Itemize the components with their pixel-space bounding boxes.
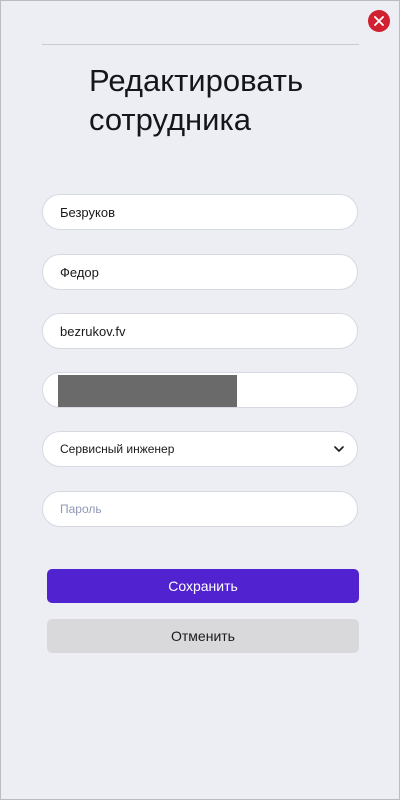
close-button[interactable] bbox=[368, 10, 390, 32]
cancel-button[interactable]: Отменить bbox=[47, 619, 359, 653]
last-name-field[interactable] bbox=[42, 194, 358, 230]
title-line-2: сотрудника bbox=[89, 102, 251, 137]
position-select[interactable]: Сервисный инженер bbox=[42, 431, 358, 467]
title-line-1: Редактировать bbox=[89, 63, 304, 98]
chevron-down-icon bbox=[334, 445, 344, 453]
position-selected-value: Сервисный инженер bbox=[60, 442, 175, 456]
login-field[interactable] bbox=[42, 313, 358, 349]
login-input[interactable] bbox=[60, 323, 330, 339]
save-button[interactable]: Сохранить bbox=[47, 569, 359, 603]
edit-employee-window: Редактировать сотрудника Сервисный инжен… bbox=[0, 0, 400, 800]
password-input[interactable] bbox=[60, 502, 330, 516]
redacted-field[interactable] bbox=[42, 372, 358, 408]
first-name-input[interactable] bbox=[60, 264, 330, 280]
password-field[interactable] bbox=[42, 491, 358, 527]
last-name-input[interactable] bbox=[60, 204, 330, 220]
redacted-block bbox=[58, 375, 237, 407]
first-name-field[interactable] bbox=[42, 254, 358, 290]
header-divider bbox=[42, 44, 359, 45]
page-title: Редактировать сотрудника bbox=[89, 61, 369, 139]
close-icon bbox=[374, 16, 384, 26]
